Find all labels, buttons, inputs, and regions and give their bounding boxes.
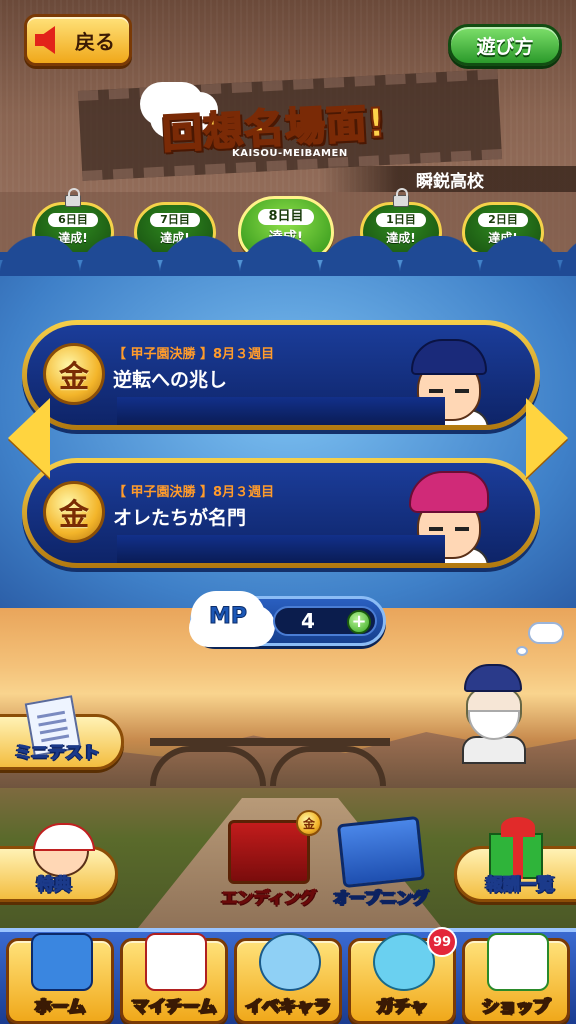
bottom-tab-bar: ホーム マイチーム イベキャラ 99 ガチャ ショップ — [0, 927, 576, 1024]
tab-shop[interactable]: ショップ — [462, 933, 570, 1024]
scene-card-body: 金 【 甲子園決勝 】8月３週目 オレたちが名門 — [27, 463, 535, 563]
bonus-label: 特典 — [37, 875, 72, 896]
scene-title: オレたちが名門 — [113, 507, 247, 529]
back-arrow-icon — [35, 26, 55, 54]
back-button[interactable]: 戻る — [24, 14, 132, 66]
scene-meta: 【 甲子園決勝 】8月３週目 — [113, 347, 275, 362]
lock-icon — [393, 188, 409, 207]
pink-hair-player-icon — [403, 469, 495, 563]
scene-meta: 【 甲子園決勝 】8月３週目 — [113, 485, 275, 500]
scene-card-body: 金 【 甲子園決勝 】8月３週目 逆転への兆し — [27, 325, 535, 425]
tab-home[interactable]: ホーム — [6, 933, 114, 1024]
day-label: 2日目 — [478, 212, 528, 227]
tab-event-character[interactable]: イベキャラ — [234, 933, 342, 1024]
title-logo: 回想名場面! KAISOU-MEIBAMEN — [140, 82, 440, 172]
tab-label: イベキャラ — [245, 997, 331, 1018]
film-reel-icon — [336, 815, 426, 889]
gold-medal-icon: 金 — [296, 810, 322, 836]
tab-label: ガチャ — [376, 997, 428, 1018]
mp-counter: MP 4 + — [190, 591, 386, 646]
day-label: 1日目 — [376, 212, 426, 227]
tab-my-team[interactable]: マイチーム — [120, 933, 228, 1024]
lock-icon — [65, 188, 81, 207]
gold-medal-icon: 金 — [43, 481, 105, 543]
tab-label: マイチーム — [131, 997, 217, 1018]
team-icon — [145, 933, 207, 991]
coach-character-icon — [456, 660, 536, 764]
day-label: 8日目 — [258, 209, 314, 225]
gold-medal-icon: 金 — [43, 343, 105, 405]
school-name: 瞬鋭高校 — [320, 166, 576, 192]
bridge — [150, 738, 390, 786]
tab-label: ホーム — [34, 997, 86, 1018]
mini-test-button[interactable]: ミニテスト — [0, 695, 124, 770]
opening-button[interactable]: オープニング — [333, 815, 429, 908]
back-label: 戻る — [75, 29, 115, 54]
mini-test-label: ミニテスト — [14, 743, 100, 764]
day-label: 7日目 — [150, 212, 200, 227]
ending-label: エンディング — [221, 888, 317, 908]
scene-card-1[interactable]: 金 【 甲子園決勝 】8月３週目 逆転への兆し — [22, 320, 540, 430]
notebook-icon — [31, 933, 93, 991]
thought-bubble-icon — [528, 622, 564, 644]
mp-value-box: 4 + — [273, 606, 377, 636]
scene-title: 逆転への兆し — [113, 369, 228, 391]
opening-label: オープニング — [333, 888, 429, 908]
scene-card-2[interactable]: 金 【 甲子園決勝 】8月３週目 オレたちが名門 — [22, 458, 540, 568]
event-character-icon — [259, 933, 321, 991]
plus-icon[interactable]: + — [347, 610, 371, 634]
next-page-arrow-icon[interactable] — [522, 398, 568, 482]
how-to-play-button[interactable]: 遊び方 — [448, 24, 562, 66]
tab-label: ショップ — [482, 997, 551, 1018]
rewards-list-button[interactable]: 報酬一覧 — [454, 817, 576, 902]
ending-button[interactable]: 金 エンディング — [221, 810, 322, 908]
tab-gacha[interactable]: 99 ガチャ — [348, 927, 457, 1024]
mp-value: 4 — [301, 609, 315, 633]
rewards-label: 報酬一覧 — [486, 875, 555, 896]
logo-subtitle: KAISOU-MEIBAMEN — [232, 148, 348, 159]
previous-page-arrow-icon[interactable] — [8, 398, 54, 482]
thought-dot — [516, 646, 528, 656]
mp-label: MP — [191, 591, 265, 641]
blue-cap-player-icon — [403, 331, 495, 425]
shop-icon — [487, 933, 549, 991]
bonus-button[interactable]: 特典 — [0, 823, 118, 902]
notification-badge: 99 — [427, 927, 457, 957]
day-label: 6日目 — [48, 212, 98, 227]
gacha-icon — [373, 933, 435, 991]
